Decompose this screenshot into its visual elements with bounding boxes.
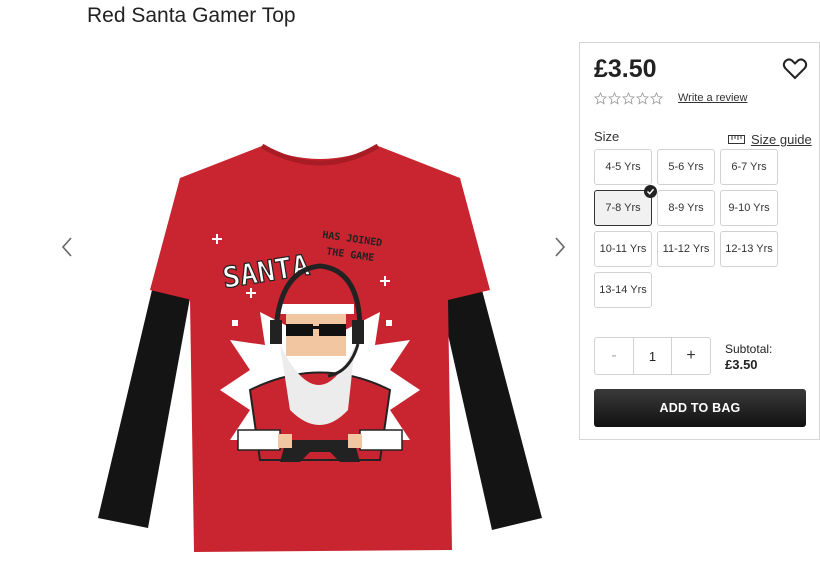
subtotal-label: Subtotal: <box>725 342 773 356</box>
subtotal: Subtotal: £3.50 <box>725 341 772 373</box>
size-option[interactable]: 5-6 Yrs <box>657 149 715 185</box>
size-option[interactable]: 9-10 Yrs <box>720 190 778 226</box>
star-icon <box>608 92 621 105</box>
gallery-next-arrow[interactable] <box>550 232 570 262</box>
heart-icon <box>782 58 808 80</box>
star-icon <box>622 92 635 105</box>
shirt-left-sleeve <box>98 290 190 528</box>
size-option-label: 7-8 Yrs <box>605 202 641 214</box>
size-guide-label: Size guide <box>751 132 812 147</box>
rating-stars <box>594 92 663 105</box>
size-option[interactable]: 4-5 Yrs <box>594 149 652 185</box>
size-option-selected[interactable]: 7-8 Yrs <box>594 185 657 226</box>
check-icon <box>644 185 657 198</box>
star-icon <box>594 92 607 105</box>
size-option[interactable]: 10-11 Yrs <box>594 231 652 267</box>
size-option[interactable]: 13-14 Yrs <box>594 272 652 308</box>
quantity-input[interactable]: 1 <box>633 338 672 374</box>
size-option[interactable]: 12-13 Yrs <box>720 231 778 267</box>
write-review-link[interactable]: Write a review <box>678 92 747 104</box>
star-icon <box>636 92 649 105</box>
product-title: Red Santa Gamer Top <box>87 4 296 27</box>
gallery-prev-arrow[interactable] <box>57 232 77 262</box>
wishlist-button[interactable] <box>782 57 808 81</box>
quantity-increase-button[interactable]: + <box>672 338 710 374</box>
chevron-left-icon <box>61 237 72 257</box>
size-option[interactable]: 6-7 Yrs <box>720 149 778 185</box>
size-label: Size <box>594 129 620 144</box>
product-image: SANTA HAS JOINED THE GAME <box>98 143 542 552</box>
purchase-panel: £3.50 Write a review Size Size guide 4-5… <box>579 42 820 440</box>
ruler-icon <box>728 135 745 144</box>
quantity-stepper: - 1 + <box>594 337 711 375</box>
size-option[interactable]: 11-12 Yrs <box>657 231 715 267</box>
chevron-right-icon <box>555 237 566 257</box>
price: £3.50 <box>594 55 657 83</box>
size-options: 4-5 Yrs 5-6 Yrs 6-7 Yrs 7-8 Yrs 8-9 Yrs … <box>594 149 784 308</box>
add-to-bag-button[interactable]: ADD TO BAG <box>594 389 806 427</box>
shirt-right-sleeve <box>438 290 542 530</box>
subtotal-value: £3.50 <box>725 357 758 372</box>
size-option[interactable]: 8-9 Yrs <box>657 190 715 226</box>
quantity-decrease-button[interactable]: - <box>595 338 633 374</box>
star-icon <box>650 92 663 105</box>
size-guide-link[interactable]: Size guide <box>728 132 812 147</box>
